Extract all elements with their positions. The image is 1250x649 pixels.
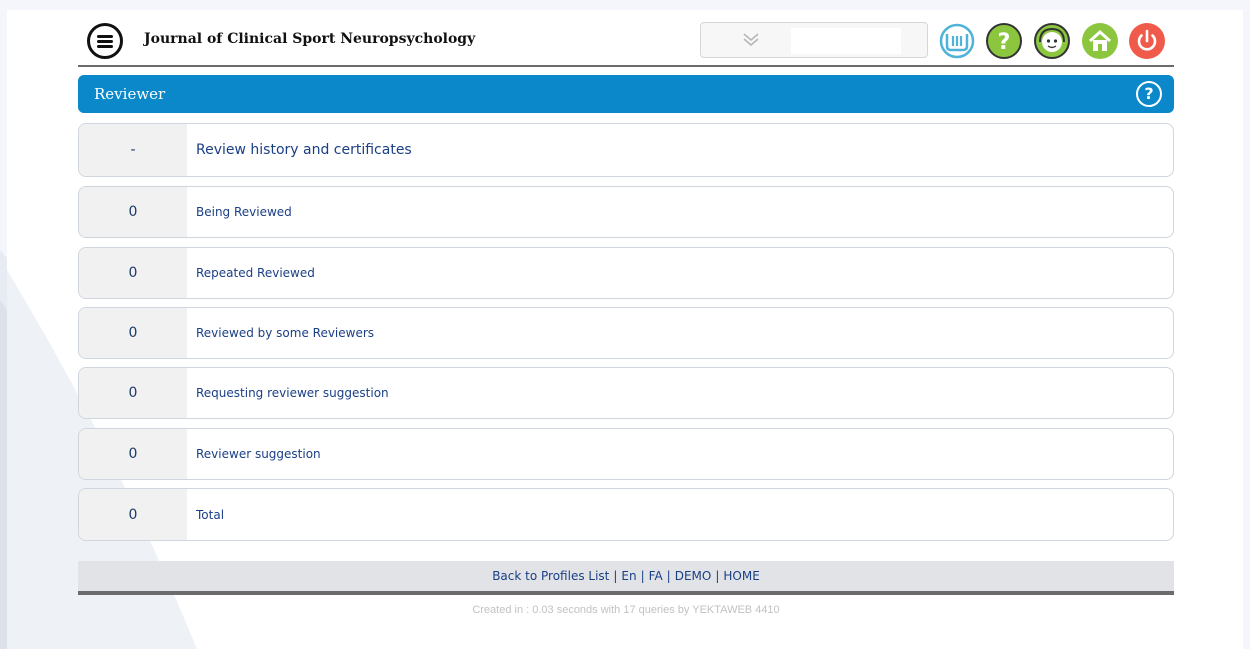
help-circle-icon[interactable]: ? [1136, 81, 1162, 107]
reviewer-panel-header: Reviewer ? [78, 75, 1174, 113]
language-value [791, 28, 901, 54]
back-to-profiles-link[interactable]: Back to Profiles List [492, 569, 609, 583]
header: Journal of Clinical Sport Neuropsycholog… [78, 11, 1174, 67]
row-count: - [79, 124, 187, 176]
row-reviewer-suggestion[interactable]: 0 Reviewer suggestion [78, 428, 1174, 480]
row-label[interactable]: Repeated Reviewed [196, 248, 315, 298]
footer-links-bar: Back to Profiles List | En | FA | DEMO | HOME [78, 561, 1174, 595]
svg-text:?: ? [998, 30, 1011, 55]
footer-separator: | [715, 569, 720, 583]
yektaweb-logo-icon[interactable] [938, 22, 976, 60]
home-link[interactable]: HOME [723, 569, 759, 583]
support-icon[interactable] [1033, 22, 1071, 60]
footer-separator: | [613, 569, 618, 583]
row-label[interactable]: Reviewed by some Reviewers [196, 308, 374, 358]
row-count: 0 [79, 368, 187, 418]
footer-separator: | [666, 569, 671, 583]
row-count: 0 [79, 429, 187, 479]
help-icon[interactable]: ? [985, 22, 1023, 60]
home-icon[interactable] [1081, 22, 1119, 60]
row-being-reviewed[interactable]: 0 Being Reviewed [78, 186, 1174, 238]
panel-title: Reviewer [94, 85, 166, 103]
demo-link[interactable]: DEMO [675, 569, 712, 583]
created-info: Created in : 0.03 seconds with 17 querie… [472, 604, 780, 616]
row-label[interactable]: Requesting reviewer suggestion [196, 368, 389, 418]
row-count: 0 [79, 489, 187, 540]
power-icon[interactable] [1128, 22, 1166, 60]
lang-en-link[interactable]: En [621, 569, 636, 583]
row-label[interactable]: Being Reviewed [196, 187, 292, 237]
row-label[interactable]: Reviewer suggestion [196, 429, 321, 479]
chevron-down-icon [743, 33, 759, 46]
row-count: 0 [79, 248, 187, 298]
row-repeated-reviewed[interactable]: 0 Repeated Reviewed [78, 247, 1174, 299]
menu-icon[interactable] [87, 23, 123, 59]
row-label[interactable]: Review history and certificates [196, 124, 412, 176]
row-count: 0 [79, 187, 187, 237]
row-reviewed-by-some[interactable]: 0 Reviewed by some Reviewers [78, 307, 1174, 359]
journal-title: Journal of Clinical Sport Neuropsycholog… [144, 31, 476, 47]
footer-separator: | [640, 569, 645, 583]
row-review-history[interactable]: - Review history and certificates [78, 123, 1174, 177]
lang-fa-link[interactable]: FA [649, 569, 663, 583]
row-total[interactable]: 0 Total [78, 488, 1174, 541]
row-label[interactable]: Total [196, 489, 224, 540]
row-count: 0 [79, 308, 187, 358]
language-select[interactable] [700, 22, 928, 58]
row-requesting-suggestion[interactable]: 0 Requesting reviewer suggestion [78, 367, 1174, 419]
